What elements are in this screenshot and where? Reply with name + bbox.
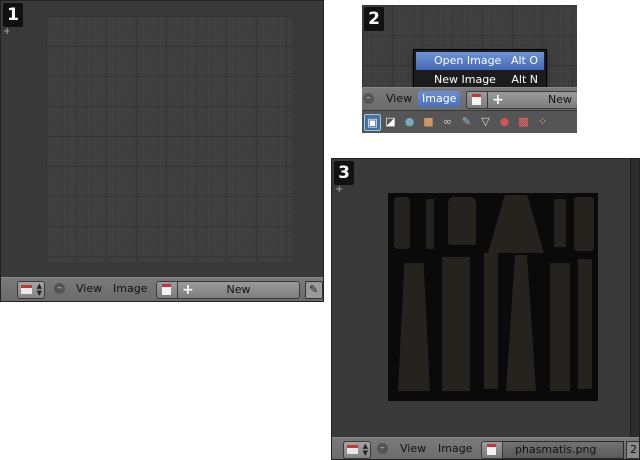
pin-icon: ✎ <box>309 283 319 296</box>
view-menu[interactable]: View <box>72 281 106 297</box>
step-number-1: 1 <box>3 3 23 27</box>
editor-type-button[interactable]: ▲ ▼ <box>343 441 371 459</box>
image-menu[interactable]: Image <box>418 91 461 107</box>
object-icon[interactable]: ■ <box>421 114 436 129</box>
image-file-icon <box>472 94 481 105</box>
view-menu[interactable]: View <box>396 441 430 457</box>
constraints-icon[interactable]: ∞ <box>440 114 455 129</box>
collapse-menus-button[interactable]: – <box>377 443 388 454</box>
right-edge-divider <box>630 159 639 439</box>
user-count: 2 <box>630 443 637 456</box>
pin-button[interactable]: ✎ <box>305 281 323 299</box>
browse-image-button[interactable] <box>481 441 503 459</box>
image-editor-header: – View Image + New <box>362 87 577 110</box>
texture-icon[interactable]: ▩ <box>516 114 531 129</box>
editor-type-button[interactable]: ▲ ▼ <box>17 281 45 299</box>
new-image-label: New <box>226 283 251 296</box>
image-editor-header: ▲ ▼ – View Image + New ✎ <box>1 277 323 301</box>
up-down-arrow-icon: ▲ ▼ <box>36 282 42 297</box>
browse-image-button[interactable] <box>156 281 178 299</box>
image-menu[interactable]: Image <box>434 441 476 457</box>
material-icon[interactable]: ● <box>497 114 512 129</box>
image-menu[interactable]: Image <box>109 281 151 297</box>
new-image-label: New <box>548 93 572 106</box>
image-filename: phasmatis.png <box>515 443 597 456</box>
image-editor-icon <box>347 445 358 454</box>
wrench-modifier-icon[interactable]: ✎ <box>459 114 474 129</box>
particles-icon[interactable]: ⁘ <box>535 114 550 129</box>
corner-plus-icon[interactable]: + <box>335 185 343 195</box>
image-editor-header: ▲ ▼ – View Image phasmatis.png 2 <box>332 437 639 459</box>
image-file-icon <box>162 284 171 295</box>
panel-3: 3 + ▲ ▼ – View Image phasmatis.png 2 <box>331 158 640 460</box>
camera-render-icon[interactable]: ▣ <box>364 114 381 131</box>
view-menu[interactable]: View <box>382 91 416 107</box>
step-number-3: 3 <box>334 161 354 185</box>
collapse-menus-button[interactable]: – <box>54 283 65 294</box>
properties-tabs-bar: ▣ ◪ ● ■ ∞ ✎ ▽ ● ▩ ⁘ <box>362 111 577 133</box>
open-image-menu-item[interactable]: Open Image Alt O <box>416 52 544 70</box>
new-image-button[interactable]: + New <box>488 91 577 109</box>
panel-1: 1 + + ▲▼ – View Image + New ✎ <box>0 0 324 302</box>
world-icon[interactable]: ● <box>402 114 417 129</box>
step-number-2: 2 <box>364 7 384 31</box>
collapse-menus-button[interactable]: – <box>363 93 374 104</box>
browse-image-button[interactable] <box>466 91 488 109</box>
texture-image-phasmatis[interactable] <box>388 193 598 401</box>
open-image-label: Open Image <box>434 54 502 67</box>
image-editor-canvas[interactable] <box>46 16 292 262</box>
user-count-field[interactable]: 2 <box>626 441 639 459</box>
image-editor-icon <box>21 285 32 294</box>
render-layers-icon[interactable]: ◪ <box>383 114 398 129</box>
image-name-field[interactable]: phasmatis.png <box>503 441 624 459</box>
up-down-arrow-icon: ▲ ▼ <box>362 442 368 457</box>
open-image-shortcut: Alt O <box>510 54 538 67</box>
image-file-icon <box>487 444 496 455</box>
panel-2: 2 Open Image Alt O New Image Alt N – Vie… <box>362 5 577 133</box>
new-image-button[interactable]: + New <box>178 281 300 299</box>
vertex-data-icon[interactable]: ▽ <box>478 114 493 129</box>
